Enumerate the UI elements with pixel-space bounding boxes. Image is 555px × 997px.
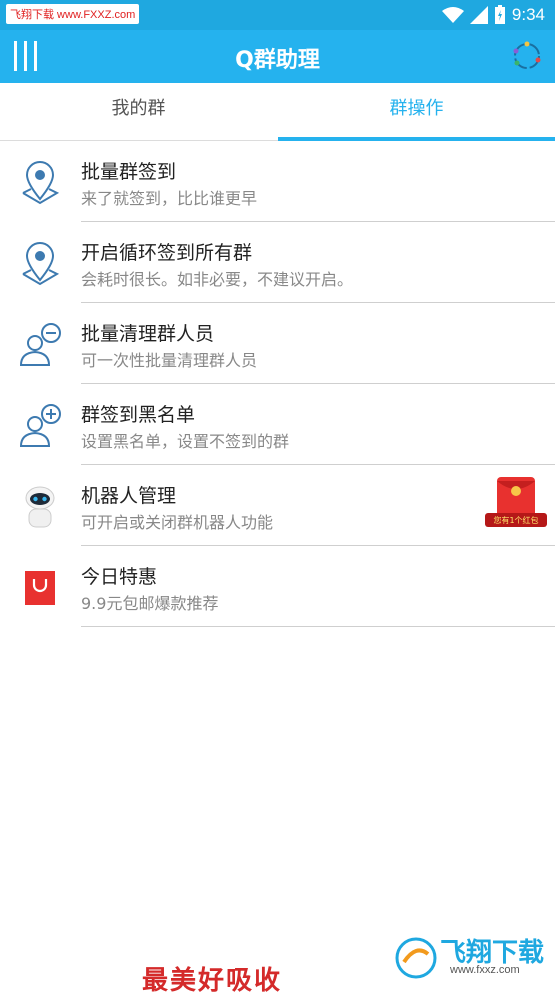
tab-group-actions[interactable]: 群操作 xyxy=(278,83,555,140)
tab-bar: 我的群 群操作 xyxy=(0,83,555,141)
status-time: 9:34 xyxy=(511,5,545,24)
user-add-icon xyxy=(19,404,61,447)
list-item-signin-blacklist[interactable]: 群签到黑名单 设置黑名单，设置不签到的群 xyxy=(0,384,555,465)
list-item-loop-signin[interactable]: 开启循环签到所有群 会耗时很长。如非必要，不建议开启。 xyxy=(0,222,555,303)
list-item-robot-manage[interactable]: 机器人管理 可开启或关闭群机器人功能 您有1个红包 xyxy=(0,465,555,546)
item-subtitle: 9.9元包邮爆款推荐 xyxy=(81,594,219,613)
red-packet-label: 您有1个红包 xyxy=(493,516,539,525)
location-pin-icon xyxy=(22,242,60,286)
watermark-logo: 飞翔下载 www.fxxz.com xyxy=(392,930,550,988)
list-item-clean-members[interactable]: 批量清理群人员 可一次性批量清理群人员 xyxy=(0,303,555,384)
list-item-daily-deals[interactable]: 今日特惠 9.9元包邮爆款推荐 xyxy=(0,546,555,627)
robot-icon xyxy=(25,486,55,528)
item-title: 今日特惠 xyxy=(81,566,158,588)
item-title: 开启循环签到所有群 xyxy=(81,242,253,264)
ad-banner[interactable]: 最美好吸收 飞翔下载 www.fxxz.com xyxy=(0,930,555,996)
signal-icon xyxy=(469,6,488,24)
logo-url: www.fxxz.com xyxy=(450,964,520,976)
item-subtitle: 可开启或关闭群机器人功能 xyxy=(81,513,274,532)
ad-text: 最美好吸收 xyxy=(142,966,283,996)
shopping-bag-icon xyxy=(25,571,55,605)
status-bar: 飞翔下载 www.FXXZ.com 9:34 xyxy=(0,0,555,30)
red-packet-badge[interactable]: 您有1个红包 xyxy=(485,475,547,531)
item-title: 机器人管理 xyxy=(81,485,177,507)
location-pin-icon xyxy=(22,161,60,205)
user-remove-icon xyxy=(19,323,61,366)
item-title: 批量群签到 xyxy=(81,161,177,183)
item-subtitle: 会耗时很长。如非必要，不建议开启。 xyxy=(81,270,354,289)
item-title: 批量清理群人员 xyxy=(81,323,215,345)
logo-icon xyxy=(395,937,437,979)
list-item-batch-signin[interactable]: 批量群签到 来了就签到，比比谁更早 xyxy=(0,141,555,222)
status-icons: 9:34 xyxy=(441,4,545,26)
tab-my-groups[interactable]: 我的群 xyxy=(0,83,277,140)
app-title: Q群助理 xyxy=(235,48,320,73)
app-bar: Q群助理 xyxy=(0,30,555,83)
item-title: 群签到黑名单 xyxy=(81,404,196,426)
sync-icon[interactable] xyxy=(511,40,543,72)
wifi-icon xyxy=(441,7,464,23)
watermark: 飞翔下载 www.FXXZ.com xyxy=(6,4,140,24)
action-list: 批量群签到 来了就签到，比比谁更早 开启循环签到所有群 会耗时很长。如非必要，不… xyxy=(0,141,555,627)
battery-icon xyxy=(494,5,505,24)
item-subtitle: 来了就签到，比比谁更早 xyxy=(81,189,258,208)
item-subtitle: 可一次性批量清理群人员 xyxy=(81,351,258,370)
divider xyxy=(81,626,555,627)
item-subtitle: 设置黑名单，设置不签到的群 xyxy=(81,432,290,451)
